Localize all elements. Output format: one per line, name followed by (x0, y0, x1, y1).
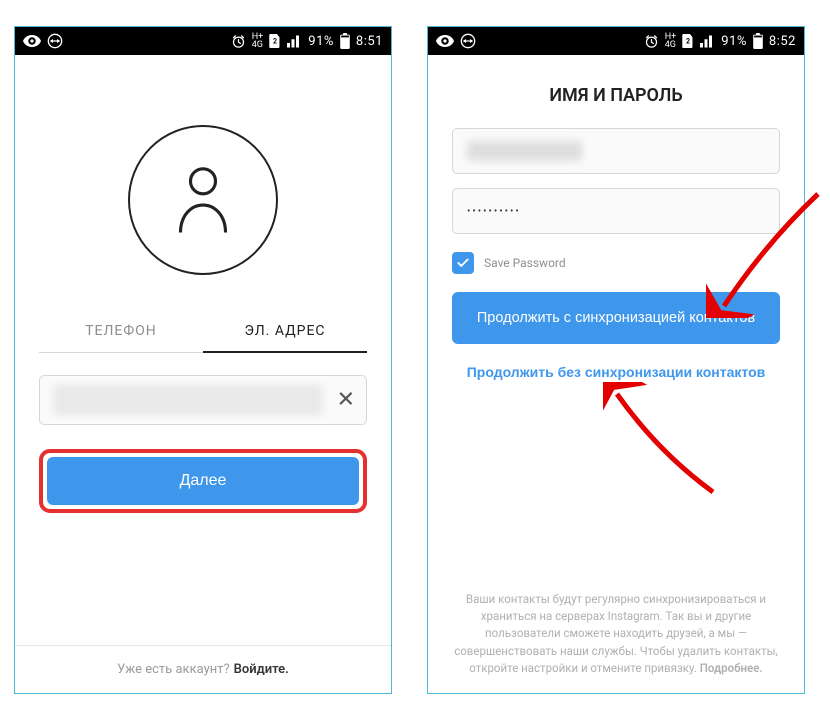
clock: 8:52 (769, 34, 796, 49)
login-link[interactable]: Войдите. (234, 662, 289, 677)
svg-text:2: 2 (273, 38, 277, 46)
battery-icon (753, 33, 763, 49)
sim-icon: 2 (269, 34, 281, 48)
alarm-icon (231, 34, 246, 49)
avatar-placeholder (128, 125, 278, 275)
teamviewer-icon (460, 33, 476, 49)
tab-email[interactable]: ЭЛ. АДРЕС (203, 313, 367, 353)
name-field[interactable] (452, 128, 780, 174)
sim-icon: 2 (682, 34, 694, 48)
tab-phone[interactable]: ТЕЛЕФОН (39, 313, 203, 352)
status-bar: H+4G 2 91% 8:52 (428, 27, 804, 55)
check-icon (456, 256, 470, 270)
clear-icon[interactable]: ✕ (337, 388, 355, 413)
clock: 8:51 (356, 34, 383, 49)
highlight-box-next: Далее (39, 449, 367, 513)
teamviewer-icon (47, 33, 63, 49)
login-prompt: Уже есть аккаунт? (117, 662, 230, 677)
svg-text:2: 2 (686, 38, 690, 46)
disclaimer-text: Ваши контакты будут регулярно синхронизи… (448, 591, 784, 677)
network-type-icon: H+4G (665, 33, 677, 49)
login-footer: Уже есть аккаунт? Войдите. (15, 645, 391, 693)
save-password-label: Save Password (484, 256, 566, 270)
continue-sync-button[interactable]: Продолжить с синхронизацией контактов (452, 292, 780, 344)
battery-percent: 91% (721, 34, 747, 49)
person-icon (173, 165, 233, 235)
signal-icon (287, 35, 302, 48)
phone-frame-namepw: H+4G 2 91% 8:52 ИМЯ И ПАРОЛЬ •••••••••• (427, 26, 805, 694)
phone-frame-signup: H+4G 2 91% 8:51 ТЕЛЕФОН ЭЛ. АДРЕС (14, 26, 392, 694)
password-dots: •••••••••• (467, 206, 521, 217)
battery-percent: 91% (308, 34, 334, 49)
blurred-name (467, 141, 582, 161)
email-input-wrap: ✕ (39, 375, 367, 425)
more-link[interactable]: Подробнее. (700, 661, 763, 675)
battery-icon (340, 33, 350, 49)
email-field[interactable] (39, 375, 367, 425)
signup-tabs: ТЕЛЕФОН ЭЛ. АДРЕС (39, 313, 367, 353)
password-field[interactable]: •••••••••• (452, 188, 780, 234)
continue-nosync-link[interactable]: Продолжить без синхронизации контактов (467, 364, 766, 380)
status-bar: H+4G 2 91% 8:51 (15, 27, 391, 55)
page-title: ИМЯ И ПАРОЛЬ (549, 85, 682, 106)
save-password-checkbox[interactable] (452, 252, 474, 274)
alarm-icon (644, 34, 659, 49)
next-button[interactable]: Далее (47, 457, 359, 505)
signal-icon (700, 35, 715, 48)
eye-icon (436, 35, 454, 47)
eye-icon (23, 35, 41, 47)
network-type-icon: H+4G (252, 33, 264, 49)
